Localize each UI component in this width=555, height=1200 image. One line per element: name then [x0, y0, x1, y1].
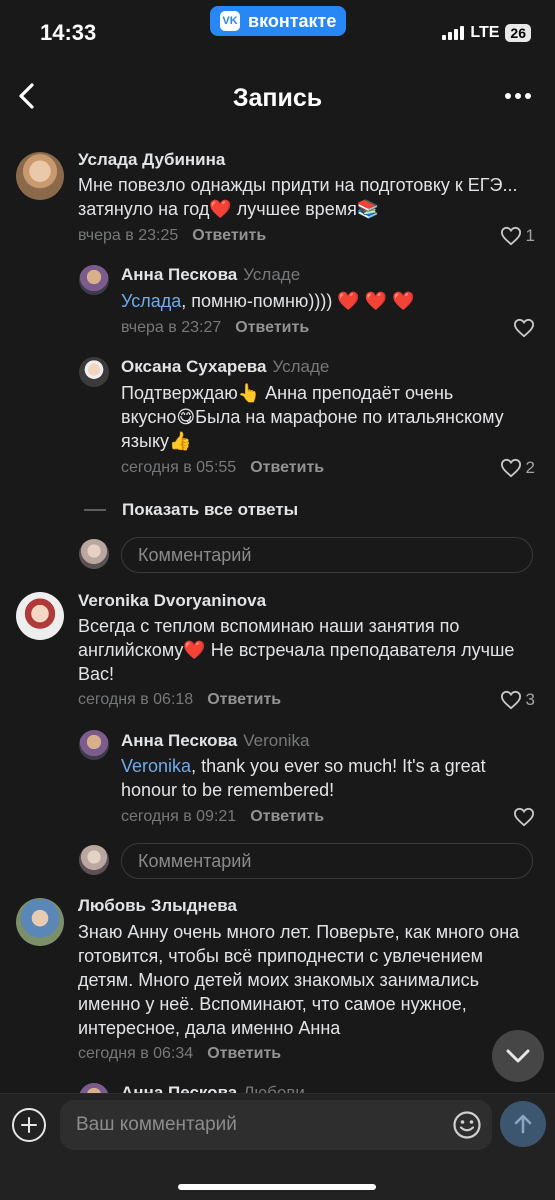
more-icon [505, 93, 511, 99]
comment-meta: сегодня в 06:34 Ответить [78, 1045, 281, 1063]
reply-comment-field[interactable]: Комментарий [121, 537, 533, 573]
plus-icon[interactable] [12, 1108, 46, 1142]
mention-link[interactable]: Veronika [121, 756, 191, 776]
page-title: Запись [232, 84, 323, 112]
comment-author[interactable]: Услада Дубинина [78, 150, 225, 170]
reply-comment-placeholder: Комментарий [138, 850, 252, 871]
like-count: 3 [525, 690, 535, 709]
comment-author[interactable]: Любовь Злыднева [78, 896, 237, 916]
reply-to-label[interactable]: Усладе [243, 265, 300, 284]
chevron-down-icon [506, 1049, 530, 1063]
mention-link[interactable]: Услада [121, 291, 181, 311]
reply-to-label[interactable]: Veronika [243, 731, 309, 750]
reply-text: Услада, помню-помню)))) ❤️ ❤️ ❤️ [121, 289, 531, 313]
scroll-down-button[interactable] [492, 1030, 544, 1082]
send-arrow-icon [514, 1114, 532, 1134]
reply-time: сегодня в 09:21 [121, 808, 237, 825]
my-avatar [79, 845, 109, 875]
vk-app-badge[interactable]: VK вконтакте [210, 6, 347, 36]
battery-icon: 26 [505, 24, 531, 42]
heart-icon [500, 690, 521, 710]
status-indicators: LTE 26 [442, 24, 531, 42]
reply-author[interactable]: Оксана Сухарева Усладе [121, 357, 329, 377]
reply-text: Подтверждаю👆 Анна преподаёт очень вкусно… [121, 383, 504, 451]
comment-time: вчера в 23:25 [78, 227, 179, 244]
reply-text: Veronika, thank you ever so much! It's a… [121, 754, 531, 802]
comment-time: сегодня в 06:34 [78, 1045, 194, 1062]
comments-feed[interactable]: Услада Дубинина Мне повезло однажды прид… [0, 140, 555, 1095]
reply-button[interactable]: Ответить [207, 691, 281, 708]
comment-text: Мне повезло однажды придти на подготовку… [78, 175, 518, 219]
heart-icon [513, 318, 535, 338]
app-header: Запись [0, 68, 555, 128]
like-button[interactable]: 1 [500, 226, 535, 246]
like-count: 1 [525, 226, 535, 245]
status-time: 14:33 [40, 20, 97, 45]
avatar[interactable] [79, 357, 109, 387]
reply-author-name[interactable]: Оксана Сухарева [121, 357, 266, 376]
comment-author[interactable]: Veronika Dvoryaninova [78, 591, 266, 611]
vk-logo-icon: VK [220, 11, 240, 31]
emoji-icon[interactable] [452, 1110, 482, 1140]
reply-button[interactable]: Ответить [250, 808, 324, 825]
reply-author-name[interactable]: Анна Пескова [121, 731, 237, 750]
comment-text: Всегда с теплом вспоминаю наши занятия п… [78, 616, 515, 684]
comment-input-placeholder: Ваш комментарий [76, 1114, 237, 1135]
comment-time: сегодня в 06:18 [78, 691, 194, 708]
like-button[interactable] [513, 318, 535, 338]
reply-author-name[interactable]: Анна Пескова [121, 265, 237, 284]
send-button[interactable] [500, 1101, 546, 1147]
avatar[interactable] [16, 152, 64, 200]
heart-icon [513, 807, 535, 827]
comment-composer: Ваш комментарий [0, 1093, 555, 1200]
reply-author[interactable]: Анна Пескова Veronika [121, 731, 309, 751]
reply-meta: вчера в 23:27 Ответить [121, 319, 309, 337]
avatar[interactable] [16, 898, 64, 946]
heart-icon [500, 458, 521, 478]
home-indicator [178, 1184, 376, 1190]
like-count: 2 [525, 458, 535, 477]
reply-button[interactable]: Ответить [207, 1045, 281, 1062]
like-button[interactable]: 3 [500, 690, 535, 710]
like-button[interactable] [513, 807, 535, 827]
comment-meta: вчера в 23:25 Ответить [78, 227, 266, 245]
avatar[interactable] [16, 592, 64, 640]
my-avatar [79, 539, 109, 569]
reply-meta: сегодня в 09:21 Ответить [121, 808, 324, 826]
reply-author[interactable]: Анна Пескова Усладе [121, 265, 300, 285]
network-label: LTE [470, 24, 500, 41]
reply-comment-placeholder: Комментарий [138, 544, 252, 565]
show-all-label: Показать все ответы [122, 500, 299, 519]
more-button[interactable] [505, 93, 531, 99]
reply-time: сегодня в 05:55 [121, 459, 237, 476]
reply-comment-field[interactable]: Комментарий [121, 843, 533, 879]
vk-app-label: вконтакте [248, 10, 337, 31]
reply-text-body: , помню-помню)))) ❤️ ❤️ ❤️ [181, 291, 415, 311]
comment-meta: сегодня в 06:18 Ответить [78, 691, 281, 709]
comment-input[interactable]: Ваш комментарий [60, 1100, 492, 1150]
reply-meta: сегодня в 05:55 Ответить [121, 459, 324, 477]
reply-button[interactable]: Ответить [192, 227, 266, 244]
status-bar: 14:33 VK вконтакте LTE 26 [0, 0, 555, 60]
avatar[interactable] [79, 265, 109, 295]
heart-icon [500, 226, 521, 246]
divider [84, 509, 106, 511]
reply-to-label[interactable]: Усладе [272, 357, 329, 376]
reply-button[interactable]: Ответить [250, 459, 324, 476]
signal-icon [442, 26, 465, 40]
show-all-replies-button[interactable]: Показать все ответы [84, 500, 298, 520]
reply-time: вчера в 23:27 [121, 319, 222, 336]
comment-text: Знаю Анну очень много лет. Поверьте, как… [78, 922, 520, 1038]
avatar[interactable] [79, 730, 109, 760]
like-button[interactable]: 2 [500, 458, 535, 478]
reply-button[interactable]: Ответить [235, 319, 309, 336]
